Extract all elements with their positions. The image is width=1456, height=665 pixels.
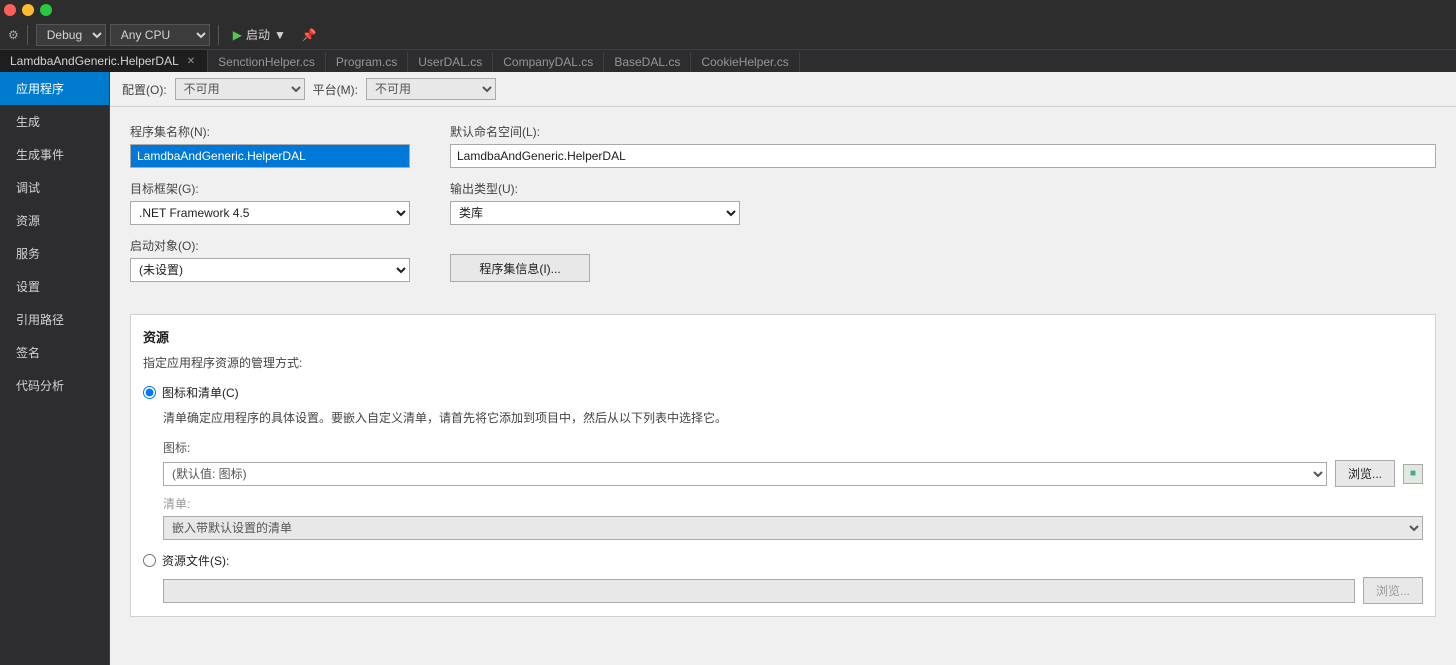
main-layout: 应用程序 生成 生成事件 调试 资源 服务 设置 引用路径 签名 代码分析 [0,72,1456,665]
resource-file-browse-button[interactable]: 浏览... [1363,577,1423,604]
tab-company[interactable]: CompanyDAL.cs [493,52,604,72]
output-type-group: 输出类型(U): 类库 [450,180,1436,225]
tab-close-lamdba[interactable]: ✕ [185,56,197,67]
default-namespace-input[interactable] [450,144,1436,168]
resource-file-label[interactable]: 资源文件(S): [162,552,229,569]
sidebar-item-services[interactable]: 服务 [0,237,109,270]
sidebar-item-settings[interactable]: 设置 [0,270,109,303]
menu-select[interactable]: 嵌入带默认设置的清单 [163,516,1423,540]
icon-menu-label[interactable]: 图标和清单(C) [162,384,239,401]
icon-menu-radio[interactable] [143,386,156,399]
tab-label-program: Program.cs [336,55,397,69]
sidebar-item-build-events[interactable]: 生成事件 [0,138,109,171]
icon-menu-option: 图标和清单(C) [143,384,1423,401]
assembly-info-button[interactable]: 程序集信息(I)... [450,254,590,282]
sidebar-item-app[interactable]: 应用程序 [0,72,109,105]
window-controls[interactable] [4,4,52,16]
form-row-2: 目标框架(G): .NET Framework 4.5 输出类型(U): 类库 [130,180,1436,225]
pin-button[interactable]: 📌 [296,26,323,44]
startup-object-select[interactable]: (未设置) [130,258,410,282]
target-framework-label: 目标框架(G): [130,180,410,197]
icon-row: (默认值: 图标) 浏览... ■ [163,460,1423,487]
icon-sublabel: 图标: [163,439,1423,456]
resource-file-option: 资源文件(S): [143,552,1423,569]
tab-label-company: CompanyDAL.cs [503,55,593,69]
minimize-button[interactable] [22,4,34,16]
icon-preview: ■ [1403,464,1423,484]
tab-label-cookie: CookieHelper.cs [701,55,788,69]
menu-sublabel: 清单: [163,495,1423,512]
form-area: 程序集名称(N): 默认命名空间(L): 目标框架(G): .NET Frame… [110,107,1456,310]
config-dropdown[interactable]: 不可用 [175,78,305,100]
form-row-1: 程序集名称(N): 默认命名空间(L): [130,123,1436,168]
config-label: 配置(O): [122,81,167,98]
toolbar-icon-1: ⚙ [8,28,19,42]
icon-menu-desc: 清单确定应用程序的具体设置。要嵌入自定义清单，请首先将它添加到项目中，然后从以下… [163,409,1423,427]
target-framework-group: 目标框架(G): .NET Framework 4.5 [130,180,410,225]
icon-menu-details: 清单确定应用程序的具体设置。要嵌入自定义清单，请首先将它添加到项目中，然后从以下… [163,409,1423,540]
assembly-info-group: 程序集信息(I)... [450,254,590,282]
resources-section: 资源 指定应用程序资源的管理方式: 图标和清单(C) 清单确定应用程序的具体设置… [130,314,1436,617]
sidebar-item-build[interactable]: 生成 [0,105,109,138]
menu-row: 嵌入带默认设置的清单 [163,516,1423,540]
sidebar: 应用程序 生成 生成事件 调试 资源 服务 设置 引用路径 签名 代码分析 [0,72,110,665]
tab-base[interactable]: BaseDAL.cs [604,52,691,72]
toolbar-separator-1 [27,25,28,45]
tab-label-base: BaseDAL.cs [614,55,680,69]
tab-cookie[interactable]: CookieHelper.cs [691,52,799,72]
sidebar-item-code-analysis[interactable]: 代码分析 [0,369,109,402]
title-bar [0,0,1456,20]
startup-object-group: 启动对象(O): (未设置) [130,237,410,282]
form-row-3: 启动对象(O): (未设置) 程序集信息(I)... [130,237,1436,282]
resource-file-input[interactable] [163,579,1355,603]
resource-file-radio[interactable] [143,554,156,567]
play-icon: ▶ [233,28,242,42]
target-framework-select[interactable]: .NET Framework 4.5 [130,201,410,225]
resource-file-row: 浏览... [163,577,1423,604]
default-namespace-label: 默认命名空间(L): [450,123,1436,140]
pin-icon: 📌 [302,28,317,42]
sidebar-item-ref-paths[interactable]: 引用路径 [0,303,109,336]
icon-browse-button[interactable]: 浏览... [1335,460,1395,487]
tab-lamdba[interactable]: LamdbaAndGeneric.HelperDAL ✕ [0,50,208,72]
platform-label: 平台(M): [313,81,358,98]
content-area: 配置(O): 不可用 平台(M): 不可用 程序集名称(N): 默认命名空间(L… [110,72,1456,665]
dropdown-arrow-icon: ▼ [274,28,286,42]
sidebar-item-debug[interactable]: 调试 [0,171,109,204]
platform-dropdown[interactable]: 不可用 [366,78,496,100]
sidebar-item-signing[interactable]: 签名 [0,336,109,369]
debug-dropdown[interactable]: Debug [36,24,106,46]
output-type-select[interactable]: 类库 [450,201,740,225]
icon-select[interactable]: (默认值: 图标) [163,462,1327,486]
resources-desc: 指定应用程序资源的管理方式: [143,354,1423,372]
tab-label-user: UserDAL.cs [418,55,482,69]
assembly-name-group: 程序集名称(N): [130,123,410,168]
toolbar: ⚙ Debug Any CPU ▶ 启动 ▼ 📌 [0,20,1456,50]
tab-senction[interactable]: SenctionHelper.cs [208,52,326,72]
resources-title: 资源 [143,327,1423,346]
toolbar-separator-2 [218,25,219,45]
assembly-name-input[interactable] [130,144,410,168]
tab-program[interactable]: Program.cs [326,52,408,72]
config-bar: 配置(O): 不可用 平台(M): 不可用 [110,72,1456,107]
sidebar-item-resources[interactable]: 资源 [0,204,109,237]
assembly-name-label: 程序集名称(N): [130,123,410,140]
tab-label-lamdba: LamdbaAndGeneric.HelperDAL [10,54,179,68]
start-button[interactable]: ▶ 启动 ▼ [227,24,292,45]
default-namespace-group: 默认命名空间(L): [450,123,1436,168]
tab-label-senction: SenctionHelper.cs [218,55,315,69]
output-type-label: 输出类型(U): [450,180,1436,197]
close-button[interactable] [4,4,16,16]
maximize-button[interactable] [40,4,52,16]
icon-preview-image: ■ [1410,468,1416,479]
startup-object-label: 启动对象(O): [130,237,410,254]
tab-bar: LamdbaAndGeneric.HelperDAL ✕ SenctionHel… [0,50,1456,72]
cpu-dropdown[interactable]: Any CPU [110,24,210,46]
tab-user[interactable]: UserDAL.cs [408,52,493,72]
